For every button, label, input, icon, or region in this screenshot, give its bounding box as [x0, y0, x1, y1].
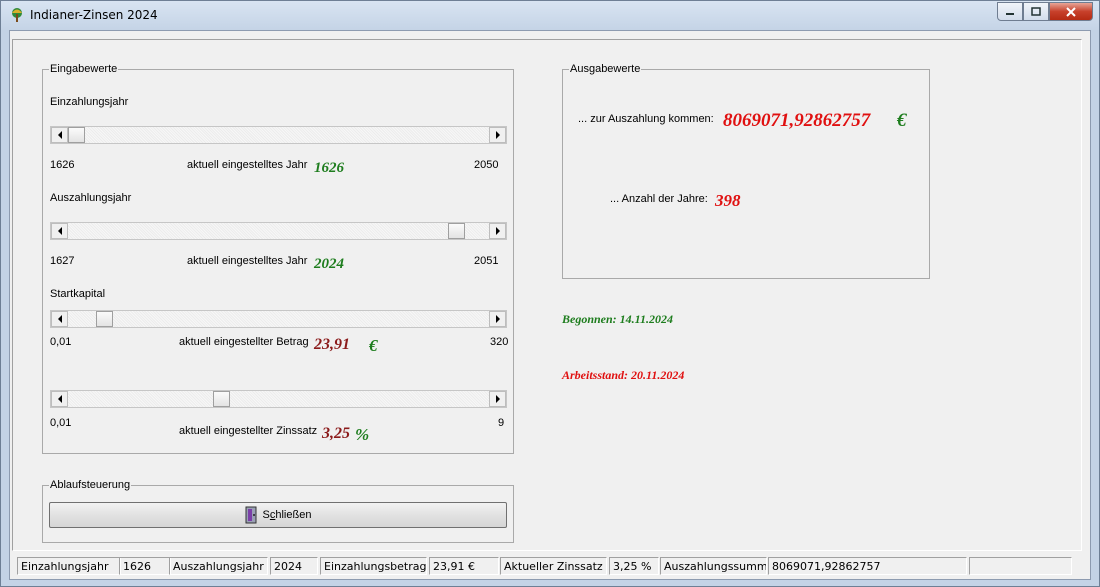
- einzahlungsjahr-label: Einzahlungsjahr: [50, 96, 129, 108]
- title-bar[interactable]: Indianer-Zinsen 2024: [1, 1, 1099, 29]
- ausgabewerte-group: Ausgabewerte: [562, 63, 930, 279]
- arrow-right-icon: [495, 131, 500, 139]
- arrow-left-icon: [57, 227, 62, 235]
- zinssatz-min: 0,01: [50, 417, 72, 429]
- arrow-right-icon: [495, 227, 500, 235]
- startkapital-min: 0,01: [50, 336, 72, 348]
- einzahlungsjahr-min: 1626: [50, 159, 75, 171]
- startkapital-label: Startkapital: [50, 288, 106, 300]
- scroll-thumb[interactable]: [68, 127, 85, 143]
- jahre-label: ... Anzahl der Jahre:: [610, 193, 708, 205]
- status-panel-auszahlungsjahr-label: Auszahlungsjahr: [169, 557, 268, 575]
- scroll-track[interactable]: [68, 223, 489, 239]
- scroll-track[interactable]: [68, 311, 489, 327]
- maximize-icon: [1031, 7, 1041, 16]
- auszahlungsjahr-current-label: aktuell eingestelltes Jahr: [187, 255, 308, 267]
- status-panel-auszahlungsjahr-value: 2024: [270, 557, 318, 575]
- minimize-icon: [1006, 12, 1014, 15]
- status-panel-einzahlungsbetrag-label: Einzahlungsbetrag: [320, 557, 427, 575]
- scroll-right-button[interactable]: [489, 311, 506, 327]
- maximize-button[interactable]: [1023, 2, 1049, 21]
- einzahlungsjahr-current-label: aktuell eingestelltes Jahr: [187, 159, 308, 171]
- scroll-thumb[interactable]: [448, 223, 465, 239]
- window-title: Indianer-Zinsen 2024: [30, 8, 158, 22]
- auszahlungsjahr-max: 2051: [474, 255, 499, 267]
- arrow-left-icon: [57, 131, 62, 139]
- auszahlung-unit: €: [897, 110, 907, 131]
- eingabewerte-group-label: Eingabewerte: [49, 63, 119, 75]
- startkapital-value: 23,91: [314, 336, 350, 353]
- scroll-thumb[interactable]: [96, 311, 113, 327]
- status-panel-einzahlungsbetrag-value: 23,91 €: [429, 557, 499, 575]
- arrow-left-icon: [57, 395, 62, 403]
- arrow-right-icon: [495, 395, 500, 403]
- scroll-right-button[interactable]: [489, 391, 506, 407]
- scroll-thumb[interactable]: [213, 391, 230, 407]
- status-panel-zinssatz-value: 3,25 %: [609, 557, 659, 575]
- app-window: Indianer-Zinsen 2024 Eingabewerte Einzah…: [0, 0, 1100, 587]
- close-button-label: Schließen: [262, 509, 312, 521]
- auszahlungsjahr-min: 1627: [50, 255, 75, 267]
- auszahlung-label: ... zur Auszahlung kommen:: [578, 113, 714, 125]
- auszahlungsjahr-value: 2024: [314, 256, 344, 272]
- auszahlung-value: 8069071,92862757: [723, 110, 871, 131]
- status-panel-einzahlungsjahr-label: Einzahlungsjahr: [17, 557, 121, 575]
- scroll-right-button[interactable]: [489, 127, 506, 143]
- app-icon: [12, 8, 22, 22]
- scroll-left-button[interactable]: [51, 311, 68, 327]
- zinssatz-max: 9: [498, 417, 505, 429]
- begonnen-date: Begonnen: 14.11.2024: [562, 312, 674, 326]
- accelerator-key: c: [269, 509, 276, 521]
- startkapital-max: 320: [490, 336, 509, 348]
- status-panel-einzahlungsjahr-value: 1626: [119, 557, 171, 575]
- close-icon: [1066, 6, 1076, 17]
- scroll-right-button[interactable]: [489, 223, 506, 239]
- status-panel-auszahlungssumme-value: 8069071,92862757: [768, 557, 967, 575]
- auszahlungsjahr-slider[interactable]: [50, 222, 507, 240]
- minimize-button[interactable]: [997, 2, 1023, 21]
- close-button[interactable]: Schließen: [49, 502, 507, 528]
- einzahlungsjahr-slider[interactable]: [50, 126, 507, 144]
- status-panel-zinssatz-label: Aktueller Zinssatz: [500, 557, 607, 575]
- scroll-left-button[interactable]: [51, 127, 68, 143]
- client-area: Eingabewerte Einzahlungsjahr 1626 aktuel…: [9, 30, 1091, 580]
- zinssatz-unit: %: [355, 425, 370, 444]
- window-controls: [997, 2, 1093, 21]
- main-panel: Eingabewerte Einzahlungsjahr 1626 aktuel…: [12, 39, 1082, 551]
- jahre-value: 398: [715, 191, 741, 210]
- auszahlungsjahr-label: Auszahlungsjahr: [50, 192, 132, 204]
- ablaufsteuerung-group-label: Ablaufsteuerung: [49, 479, 132, 491]
- ausgabewerte-group-label: Ausgabewerte: [569, 63, 642, 75]
- arrow-right-icon: [495, 315, 500, 323]
- arrow-left-icon: [57, 315, 62, 323]
- zinssatz-slider[interactable]: [50, 390, 507, 408]
- startkapital-slider[interactable]: [50, 310, 507, 328]
- startkapital-unit: €: [369, 336, 378, 355]
- scroll-track[interactable]: [68, 127, 489, 143]
- scroll-left-button[interactable]: [51, 223, 68, 239]
- status-bar: Einzahlungsjahr 1626 Auszahlungsjahr 202…: [9, 557, 1091, 577]
- scroll-track[interactable]: [68, 391, 489, 407]
- zinssatz-current-label: aktuell eingestellter Zinssatz: [179, 425, 318, 437]
- exit-door-icon: [245, 506, 257, 524]
- zinssatz-value: 3,25: [322, 425, 350, 442]
- startkapital-current-label: aktuell eingestellter Betrag: [179, 336, 309, 348]
- close-window-button[interactable]: [1049, 2, 1093, 21]
- status-panel-auszahlungssumme-label: Auszahlungssumme: [660, 557, 767, 575]
- scroll-left-button[interactable]: [51, 391, 68, 407]
- einzahlungsjahr-value: 1626: [314, 160, 344, 176]
- status-panel-empty: [969, 557, 1072, 575]
- einzahlungsjahr-max: 2050: [474, 159, 499, 171]
- arbeitsstand-date: Arbeitsstand: 20.11.2024: [562, 368, 685, 382]
